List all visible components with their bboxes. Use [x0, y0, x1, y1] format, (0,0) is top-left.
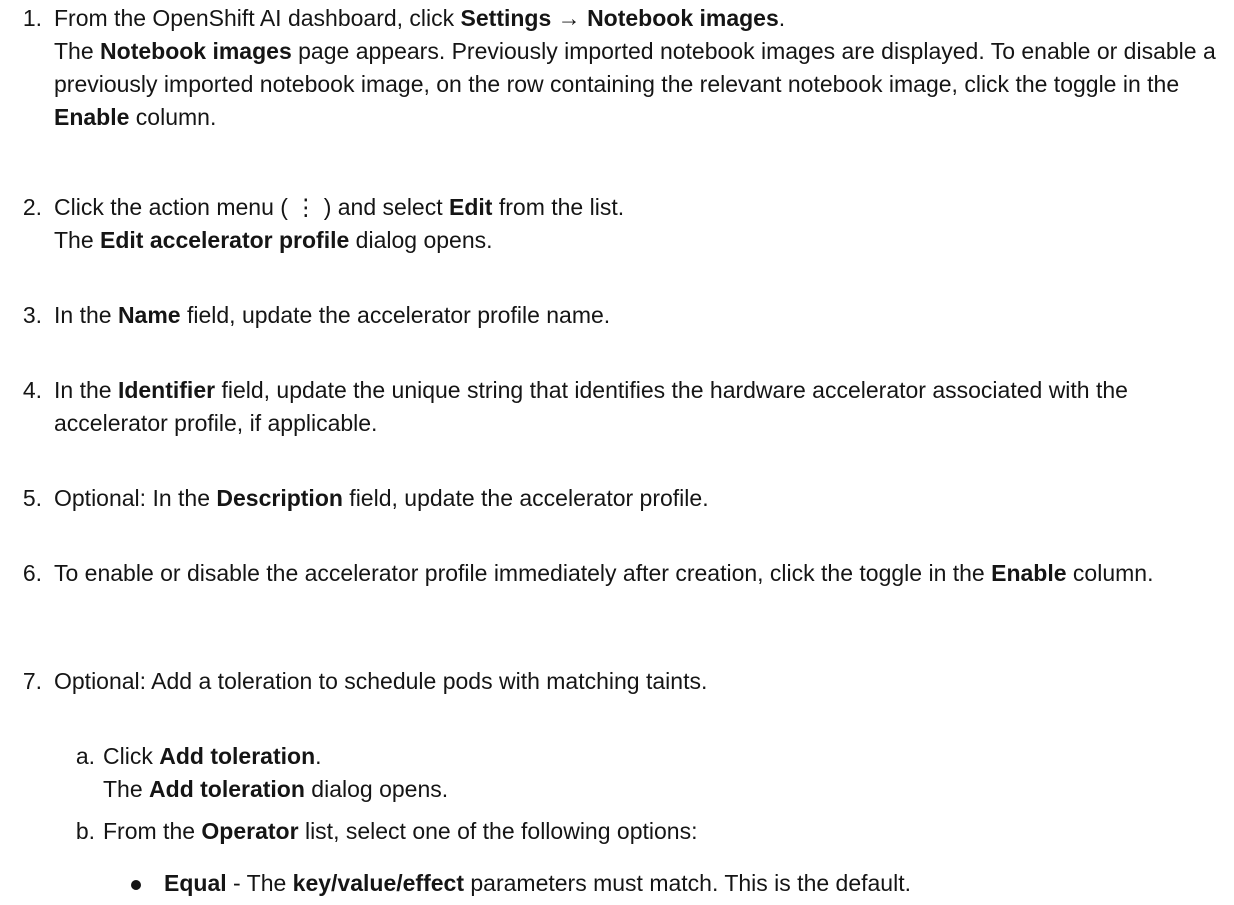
menu-path-settings: Settings — [460, 5, 552, 31]
substep-letter: b. — [75, 818, 95, 844]
substep-result: The Add toleration dialog opens. — [103, 776, 449, 802]
procedure-document: 1. From the OpenShift AI dashboard, clic… — [0, 0, 1234, 905]
substep-text: Click Add toleration. The Add toleration… — [103, 740, 1224, 806]
step-number: 3. — [22, 302, 42, 328]
step-text: Optional: Add a toleration to schedule p… — [54, 668, 708, 694]
step-text: To enable or disable the accelerator pro… — [54, 560, 1154, 586]
step-instruction: Click the action menu ( ⋮ ) and select E… — [54, 191, 1224, 224]
step-instruction: From the OpenShift AI dashboard, click S… — [54, 5, 786, 31]
step-number: 5. — [22, 485, 42, 511]
substep-letter: a. — [75, 743, 95, 769]
step-text: In the Name field, update the accelerato… — [54, 302, 611, 328]
step-result: The Edit accelerator profile dialog open… — [54, 227, 493, 253]
step-number: 7. — [22, 668, 42, 694]
step-number: 6. — [22, 560, 42, 586]
step-number: 1. — [22, 5, 42, 31]
step-number: 2. — [22, 194, 42, 220]
step-text: From the OpenShift AI dashboard, click S… — [54, 2, 1224, 134]
arrow-icon: → — [551, 5, 588, 31]
step-number: 4. — [22, 377, 42, 403]
substep-text: From the Operator list, select one of th… — [103, 818, 698, 844]
step-text: Click the action menu ( ⋮ ) and select E… — [54, 191, 1224, 257]
kebab-menu-icon: ⋮ — [294, 194, 318, 220]
step-text: Optional: In the Description field, upda… — [54, 485, 709, 511]
bullet-icon — [128, 867, 146, 900]
step-text: In the Identifier field, update the uniq… — [54, 377, 1128, 436]
step-result: The Notebook images page appears. Previo… — [54, 38, 1216, 130]
substep-instruction: Click Add toleration. — [103, 743, 322, 769]
menu-path-notebook-images: Notebook images — [587, 5, 779, 31]
option-text: Equal - The key/value/effect parameters … — [164, 870, 911, 896]
